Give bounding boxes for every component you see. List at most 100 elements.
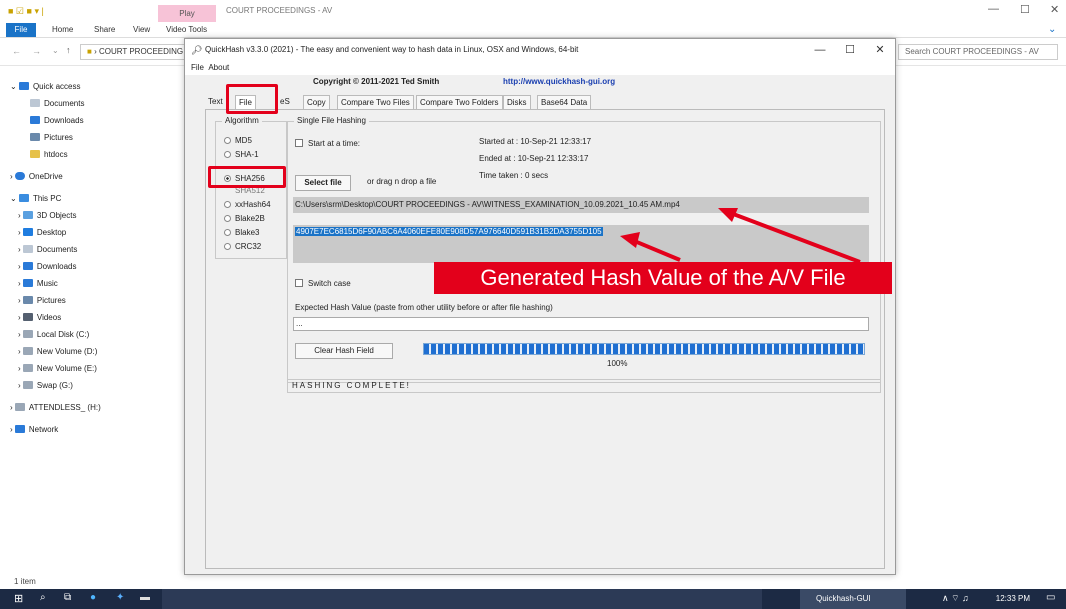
radio-label: SHA-1 [235,150,259,159]
nav-local-disk-c[interactable]: › Local Disk (C:) [18,330,89,339]
task-view-icon[interactable]: ⧉ [64,592,71,603]
nav-label: Network [28,425,59,434]
nav-pictures[interactable]: Pictures [30,133,73,142]
single-file-hashing-title: Single File Hashing [294,116,369,125]
nav-volume-e[interactable]: › New Volume (E:) [18,364,97,373]
tray-clock[interactable]: 12:33 PM [996,589,1030,609]
tab-files[interactable]: eS [277,95,293,109]
nav-desktop[interactable]: › Desktop [18,228,66,237]
nav-label: ATTENDLESS_ (H:) [28,403,101,412]
close-icon[interactable]: ✕ [1050,3,1059,16]
folder-icon: ■ ☑ ■ ▾ | [8,6,44,16]
ribbon-video-tools-tab[interactable]: Video Tools [166,25,207,34]
checkbox-label: Switch case [308,279,351,288]
nav-label: New Volume (E:) [36,364,97,373]
search-input[interactable]: Search COURT PROCEEDINGS - AV [898,44,1058,60]
nav-3d-objects[interactable]: › 3D Objects [18,211,76,220]
highlight-file-tab [226,84,278,114]
tab-copy[interactable]: Copy [303,95,330,109]
select-file-button[interactable]: Select file [295,175,351,191]
hash-value-selected[interactable]: 4907E7EC6815D6F90ABC6A4060EFE80E908D57A9… [295,227,603,236]
nav-videos[interactable]: › Videos [18,313,61,322]
radio-blake2b[interactable]: Blake2B [224,214,265,223]
ribbon-expand-icon[interactable]: ⌄ [1048,24,1056,35]
play-tab[interactable]: Play [158,5,216,22]
nav-attendless-h[interactable]: › ATTENDLESS_ (H:) [10,403,101,412]
expected-hash-input[interactable]: ... [293,317,869,331]
nav-pictures-pc[interactable]: › Pictures [18,296,66,305]
ribbon-home-tab[interactable]: Home [52,25,73,34]
windows-start-icon[interactable]: ⊞ [14,592,23,605]
documents-icon [22,245,33,253]
vscode-icon[interactable]: ✦ [116,592,124,603]
tab-compare-folders[interactable]: Compare Two Folders [416,95,503,109]
radio-label: Blake3 [235,228,260,237]
quickhash-app-icon: 🔎︎ [191,45,203,55]
computer-icon [18,194,29,202]
tab-base64[interactable]: Base64 Data [537,95,592,109]
maximize-icon[interactable]: ☐ [1020,3,1030,16]
tab-disks[interactable]: Disks [503,95,531,109]
qh-maximize-icon[interactable]: ☐ [835,39,865,61]
up-icon[interactable]: ↑ [66,45,71,55]
hashing-status: HASHING COMPLETE! [287,379,881,393]
ribbon-file-tab[interactable]: File [6,23,36,37]
radio-xxhash64[interactable]: xxHash64 [224,200,271,209]
nav-downloads[interactable]: Downloads [30,116,84,125]
radio-icon [224,215,231,222]
notification-icon[interactable]: ▭ [1046,592,1055,603]
website-link[interactable]: http://www.quickhash-gui.org [503,77,615,86]
nav-music[interactable]: › Music [18,279,58,288]
ribbon-view-tab[interactable]: View [133,25,150,34]
radio-icon [224,151,231,158]
tray-icons[interactable]: ∧ ⌔ ♫ [942,593,969,604]
nav-volume-d[interactable]: › New Volume (D:) [18,347,97,356]
search-icon[interactable]: ⌕ [40,592,46,603]
clear-hash-button[interactable]: Clear Hash Field [295,343,393,359]
videos-icon [22,313,33,321]
desktop-icon [22,228,33,236]
ribbon-tabs: File Home Share View Video Tools ⌄ [0,22,1066,38]
highlight-sha256 [208,166,286,188]
qh-minimize-icon[interactable]: — [805,39,835,61]
recent-icon[interactable]: ⌄ [52,46,59,55]
nav-onedrive[interactable]: › OneDrive [10,172,63,181]
nav-downloads-pc[interactable]: › Downloads [18,262,76,271]
radio-crc32[interactable]: CRC32 [224,242,261,251]
back-icon[interactable]: ← [12,46,21,56]
edge-icon[interactable]: ● [90,592,96,603]
nav-documents[interactable]: Documents [30,99,84,108]
nav-network[interactable]: › Network [10,425,58,434]
taskbar-quickhash-button[interactable]: Quickhash-GUI [800,589,906,609]
ribbon-share-tab[interactable]: Share [94,25,115,34]
arrows-overlay [620,208,861,264]
address-bar[interactable]: ■ › COURT PROCEEDING [80,44,190,60]
nav-label: New Volume (D:) [36,347,98,356]
algorithm-group: Algorithm MD5 SHA-1 SHA256 SHA512 xxHash… [215,116,287,259]
tab-compare-files[interactable]: Compare Two Files [337,95,414,109]
nav-label: Pictures [36,296,66,305]
copyright-text: Copyright © 2011-2021 Ted Smith [313,77,440,86]
quickhash-titlebar: 🔎︎ QuickHash v3.3.0 (2021) - The easy an… [185,39,895,61]
nav-label: This PC [32,194,62,203]
qh-close-icon[interactable]: ✕ [865,39,895,61]
nav-swap-g[interactable]: › Swap (G:) [18,381,73,390]
download-icon [30,116,40,124]
nav-this-pc[interactable]: ⌄ This PC [10,194,61,203]
start-at-time-checkbox[interactable]: Start at a time: [295,139,360,148]
forward-icon[interactable]: → [32,46,41,56]
menu-about[interactable]: About [208,63,229,72]
nav-label: Swap (G:) [36,381,73,390]
menu-file[interactable]: File [191,63,204,72]
radio-blake3[interactable]: Blake3 [224,228,259,237]
nav-htdocs[interactable]: htdocs [30,150,68,159]
tab-text[interactable]: Text [205,95,226,109]
switch-case-checkbox[interactable]: Switch case [295,279,351,288]
radio-sha1[interactable]: SHA-1 [224,150,259,159]
minimize-icon[interactable]: — [988,3,999,15]
nav-documents-pc[interactable]: › Documents [18,245,77,254]
radio-md5[interactable]: MD5 [224,136,252,145]
checkbox-label: Start at a time: [308,139,361,148]
nav-quick-access[interactable]: ⌄ Quick access [10,82,81,91]
terminal-icon[interactable]: ▬ [140,592,150,603]
